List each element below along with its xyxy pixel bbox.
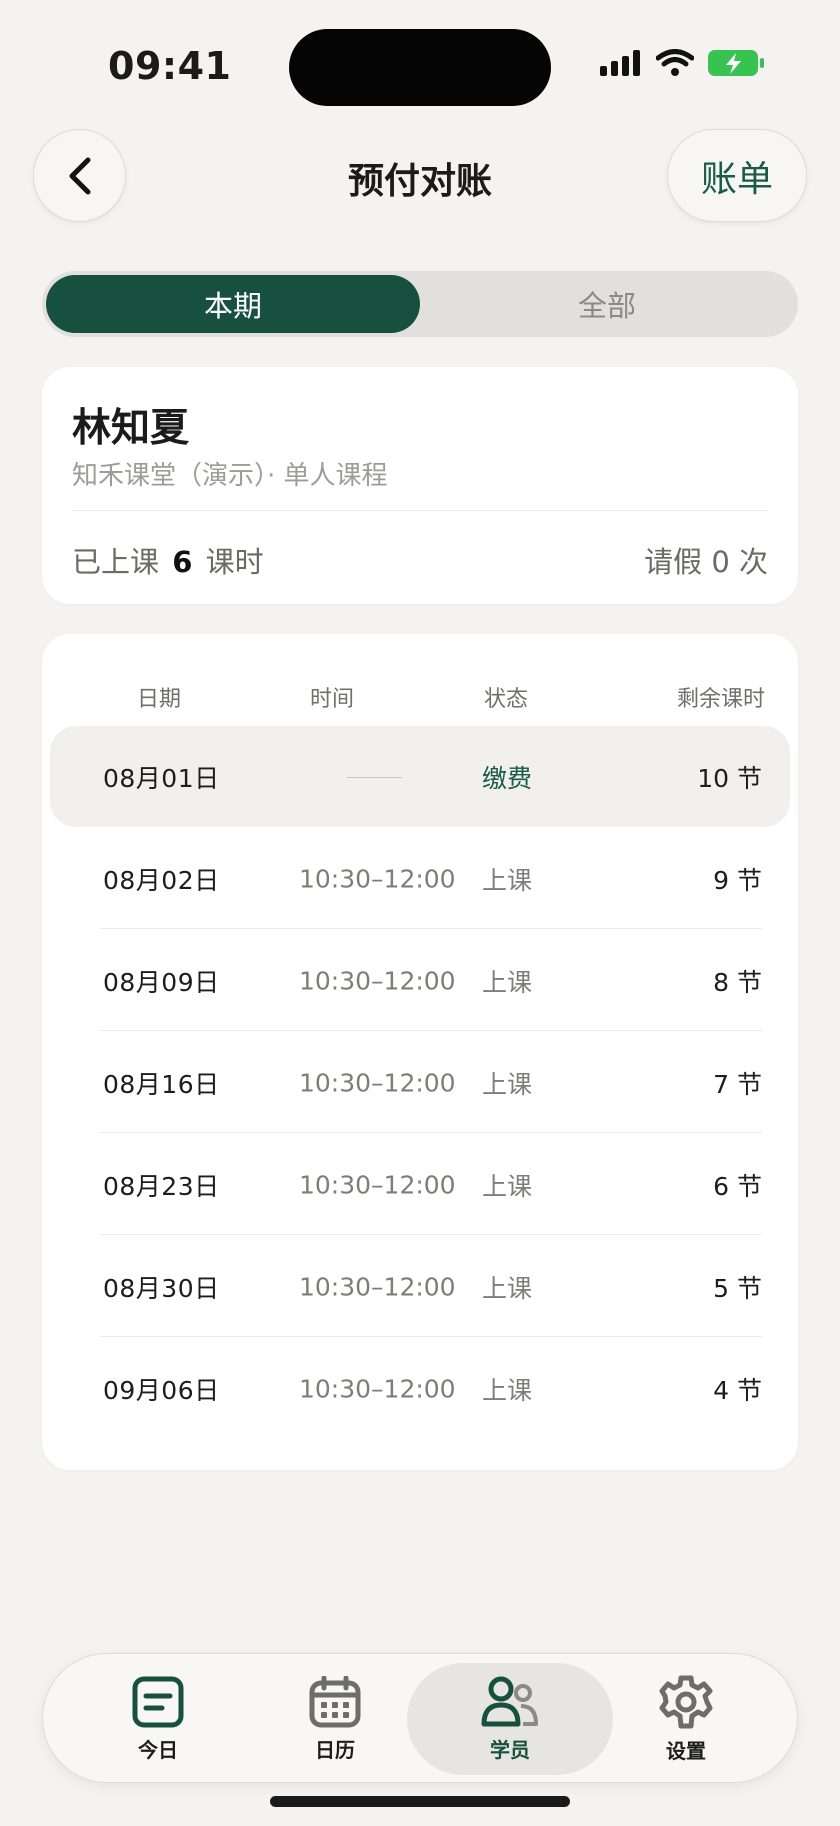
calendar-icon: [309, 1675, 361, 1727]
tab-calendar-label: 日历: [315, 1737, 355, 1762]
attended-prefix: 已上课: [72, 545, 160, 579]
row-remaining: 7 节: [713, 1069, 762, 1099]
table-row[interactable]: 08月02日 10:30–12:00 上课 9 节: [50, 828, 790, 929]
dynamic-island: [289, 29, 551, 106]
row-divider: [100, 1336, 762, 1337]
attended-count: 6: [172, 545, 193, 579]
row-status: 上课: [482, 967, 533, 997]
attended-summary: 已上课 6 课时: [72, 539, 264, 581]
status-icons: [600, 48, 766, 78]
signal-icon: [600, 50, 640, 76]
table-row[interactable]: 08月30日 10:30–12:00 上课 5 节: [50, 1236, 790, 1337]
empty-time-dash: [347, 776, 402, 778]
row-time: 10:30–12:00: [299, 1374, 456, 1403]
row-date: 08月16日: [103, 1069, 220, 1099]
row-status: 缴费: [482, 763, 533, 793]
bill-button[interactable]: 账单: [667, 129, 807, 222]
row-remaining: 4 节: [713, 1375, 762, 1405]
row-time: 10:30–12:00: [299, 1068, 456, 1097]
table-row[interactable]: 08月01日 缴费 10 节: [50, 726, 790, 827]
header-time: 时间: [310, 687, 355, 712]
period-segmented-control: 本期 全部: [42, 271, 798, 337]
wifi-icon: [656, 49, 694, 76]
tab-settings-label: 设置: [666, 1738, 706, 1763]
row-date: 08月02日: [103, 865, 220, 895]
row-time: 10:30–12:00: [299, 864, 456, 893]
settings-icon: [659, 1675, 713, 1728]
course-subtitle: 知禾课堂（演示）· 单人课程: [72, 461, 388, 491]
table-row[interactable]: 08月23日 10:30–12:00 上课 6 节: [50, 1134, 790, 1235]
row-date: 08月01日: [103, 763, 220, 793]
student-name: 林知夏: [72, 406, 190, 451]
leave-summary: 请假 0 次: [644, 545, 768, 579]
table-row[interactable]: 08月09日 10:30–12:00 上课 8 节: [50, 930, 790, 1031]
row-divider: [100, 1030, 762, 1031]
divider: [72, 510, 768, 511]
row-status: 上课: [482, 1273, 533, 1303]
row-date: 09月06日: [103, 1375, 220, 1405]
row-divider: [100, 1132, 762, 1133]
row-date: 08月23日: [103, 1171, 220, 1201]
tab-current-period[interactable]: 本期: [46, 275, 420, 333]
row-remaining: 8 节: [713, 967, 762, 997]
row-remaining: 6 节: [713, 1171, 762, 1201]
student-info-card: 林知夏 知禾课堂（演示）· 单人课程 已上课 6 课时 请假 0 次: [42, 367, 798, 604]
row-status: 上课: [482, 1069, 533, 1099]
tab-today-label: 今日: [138, 1737, 178, 1762]
row-time: 10:30–12:00: [299, 1170, 456, 1199]
row-remaining: 9 节: [713, 865, 762, 895]
attended-suffix: 课时: [205, 545, 264, 579]
status-time: 09:41: [108, 44, 232, 88]
header-date: 日期: [137, 687, 182, 712]
header-remaining: 剩余课时: [677, 687, 766, 712]
row-time: 10:30–12:00: [299, 1272, 456, 1301]
tab-calendar[interactable]: 日历: [265, 1654, 405, 1784]
row-date: 08月30日: [103, 1273, 220, 1303]
row-divider: [100, 1234, 762, 1235]
row-date: 08月09日: [103, 967, 220, 997]
row-status: 上课: [482, 1375, 533, 1405]
tab-students[interactable]: 学员: [407, 1663, 613, 1775]
tab-students-label: 学员: [490, 1737, 530, 1762]
tab-all[interactable]: 全部: [420, 275, 794, 333]
students-icon: [481, 1676, 538, 1726]
row-status: 上课: [482, 865, 533, 895]
home-indicator: [270, 1796, 570, 1807]
row-time: 10:30–12:00: [299, 966, 456, 995]
row-divider: [100, 928, 762, 929]
battery-icon: [708, 50, 764, 76]
bottom-tab-bar: 今日 日历 学员 设置: [42, 1653, 798, 1783]
tab-settings[interactable]: 设置: [616, 1654, 756, 1784]
table-row[interactable]: 09月06日 10:30–12:00 上课 4 节: [50, 1338, 790, 1439]
app-screen: 09:41 预付对账 账单 本期 全部 林知夏 知禾课堂（演示）· 单人课程 已…: [0, 0, 840, 1826]
row-remaining: 5 节: [713, 1273, 762, 1303]
header-status: 状态: [484, 687, 529, 712]
today-icon: [132, 1676, 184, 1727]
row-status: 上课: [482, 1171, 533, 1201]
table-row[interactable]: 08月16日 10:30–12:00 上课 7 节: [50, 1032, 790, 1133]
row-remaining: 10 节: [697, 763, 762, 793]
tab-today[interactable]: 今日: [88, 1654, 228, 1784]
